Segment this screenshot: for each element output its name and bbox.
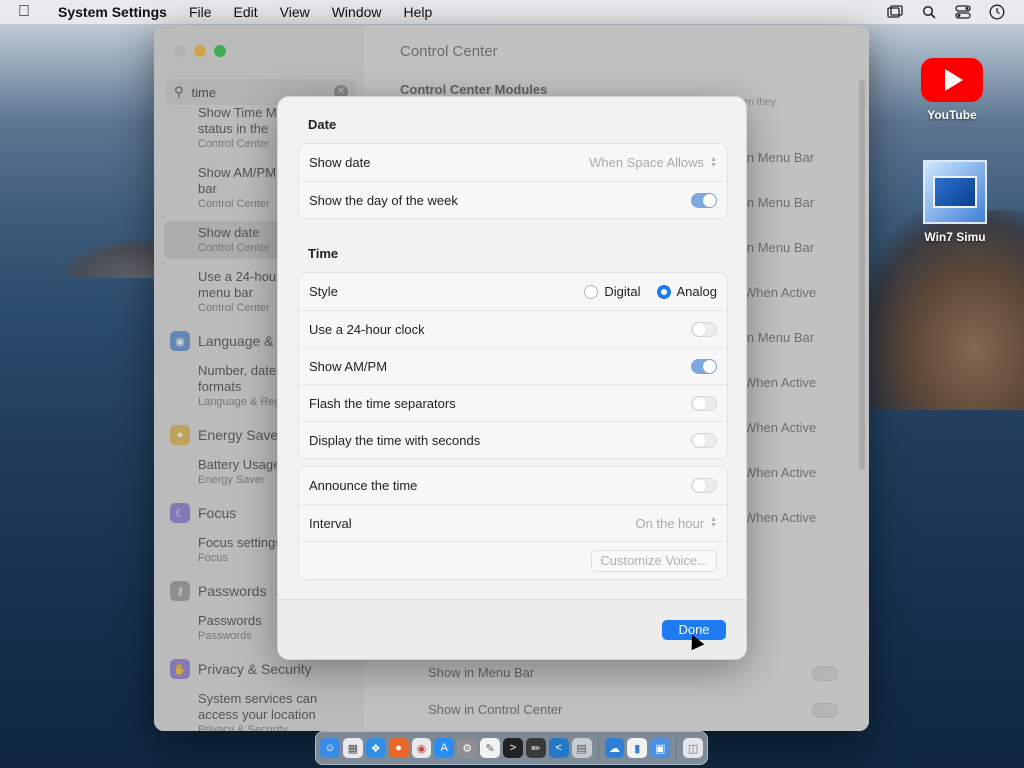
vscode-icon[interactable]: < [548, 738, 569, 758]
menu-view[interactable]: View [280, 4, 310, 20]
clock-icon[interactable] [988, 4, 1006, 20]
interval-row: Interval On the hour ▲ ▼ [299, 504, 727, 541]
show-am-pm-toggle[interactable] [691, 358, 717, 374]
clock-options-dialog: Date Show date When Space Allows ▲ ▼ Show… [277, 96, 747, 660]
activity-icon[interactable]: ▮ [627, 738, 648, 758]
firefox-icon[interactable]: ● [388, 738, 409, 758]
style-digital-label: Digital [604, 284, 641, 299]
radio-selected-icon [656, 284, 671, 299]
app-store-icon[interactable]: A [434, 738, 455, 758]
menu-file[interactable]: File [189, 4, 212, 20]
show-date-row: Show date When Space Allows ▲ ▼ [299, 144, 727, 181]
control-center-icon[interactable] [954, 4, 972, 20]
menu-help[interactable]: Help [404, 4, 433, 20]
menu-window[interactable]: Window [332, 4, 382, 20]
flash-separators-label: Flash the time separators [309, 395, 456, 411]
textedit-icon[interactable]: ✎ [480, 738, 500, 758]
win7-simulator-icon [923, 160, 987, 224]
launchpad-icon[interactable]: ▦ [342, 738, 363, 758]
menu-edit[interactable]: Edit [234, 4, 258, 20]
show-date-popup[interactable]: When Space Allows ▲ ▼ [589, 155, 717, 170]
menu-bar:  System Settings File Edit View Window … [0, 0, 1024, 24]
show-am-pm-label: Show AM/PM [309, 358, 388, 374]
preview-icon[interactable]: ▣ [650, 738, 671, 758]
style-analog-label: Analog [676, 284, 717, 299]
display-seconds-toggle[interactable] [691, 432, 717, 448]
interval-popup-value: On the hour [635, 515, 705, 531]
display-seconds-label: Display the time with seconds [309, 432, 481, 448]
show-day-of-week-label: Show the day of the week [309, 192, 458, 208]
trash-icon[interactable]: ◫ [683, 738, 703, 758]
style-label: Style [309, 284, 338, 299]
dock-separator [597, 736, 599, 760]
announce-time-toggle[interactable] [691, 478, 717, 493]
desktop-icon-win7-simu[interactable]: Win7 Simu [910, 160, 1000, 244]
time-settings-group: Style Digital Analog Use a 24-hour clock… [298, 272, 728, 459]
show-am-pm-row: Show AM/PM [299, 347, 727, 384]
safari-icon[interactable]: ❖ [365, 738, 386, 758]
show-date-popup-value: When Space Allows [589, 155, 705, 170]
show-day-of-week-toggle[interactable] [691, 192, 717, 208]
system-settings-icon[interactable]: ⚙ [457, 738, 478, 758]
dock-separator [676, 736, 678, 760]
flash-separators-row: Flash the time separators [299, 384, 727, 421]
interval-popup[interactable]: On the hour ▲ ▼ [635, 516, 717, 531]
screen-mirroring-icon[interactable] [886, 4, 904, 20]
24-hour-clock-row: Use a 24-hour clock [299, 310, 727, 347]
announce-time-row: Announce the time [299, 467, 727, 504]
24-hour-clock-toggle[interactable] [691, 321, 717, 337]
popup-chevron-icon: ▲ ▼ [710, 155, 717, 169]
pencil-app-icon[interactable]: ✏ [525, 738, 546, 758]
announce-time-label: Announce the time [309, 478, 418, 493]
chrome-icon[interactable]: ◉ [411, 738, 432, 758]
desktop-icon-youtube[interactable]: YouTube [907, 58, 997, 122]
dock: ☺ ▦ ❖ ● ◉ A ⚙ ✎ > ✏ < ▤ ☁ ▮ ▣ ◫ [315, 731, 708, 765]
show-date-label: Show date [309, 155, 371, 170]
date-section-heading: Date [308, 117, 337, 132]
dialog-footer: Done [278, 599, 746, 659]
weather-icon[interactable]: ☁ [604, 738, 625, 758]
popup-chevron-icon: ▲ ▼ [710, 516, 717, 529]
style-row: Style Digital Analog [299, 273, 727, 310]
style-digital-radio[interactable]: Digital [584, 284, 641, 299]
announce-time-group: Announce the time Interval On the hour ▲… [298, 466, 728, 580]
menu-app-name[interactable]: System Settings [58, 4, 167, 20]
interval-label: Interval [309, 515, 352, 531]
date-settings-group: Show date When Space Allows ▲ ▼ Show the … [298, 143, 728, 219]
finder-icon[interactable]: ☺ [320, 738, 340, 758]
desktop-icon-label: Win7 Simu [924, 230, 986, 244]
radio-unselected-icon [584, 284, 599, 299]
flash-separators-toggle[interactable] [691, 395, 717, 411]
style-analog-radio[interactable]: Analog [656, 284, 717, 299]
24-hour-clock-label: Use a 24-hour clock [309, 321, 425, 337]
customize-voice-button[interactable]: Customize Voice... [591, 550, 717, 572]
customize-voice-row: Customize Voice... [299, 541, 727, 578]
display-seconds-row: Display the time with seconds [299, 421, 727, 458]
vm-icon[interactable]: ▤ [571, 738, 592, 758]
show-day-of-week-row: Show the day of the week [299, 181, 727, 218]
spotlight-search-icon[interactable] [920, 4, 938, 20]
terminal-icon[interactable]: > [503, 738, 523, 758]
desktop-icon-label: YouTube [927, 108, 977, 122]
time-section-heading: Time [308, 246, 339, 261]
youtube-icon [921, 58, 983, 102]
style-radio-group: Digital Analog [576, 284, 717, 299]
apple-menu-icon[interactable]:  [18, 3, 44, 21]
